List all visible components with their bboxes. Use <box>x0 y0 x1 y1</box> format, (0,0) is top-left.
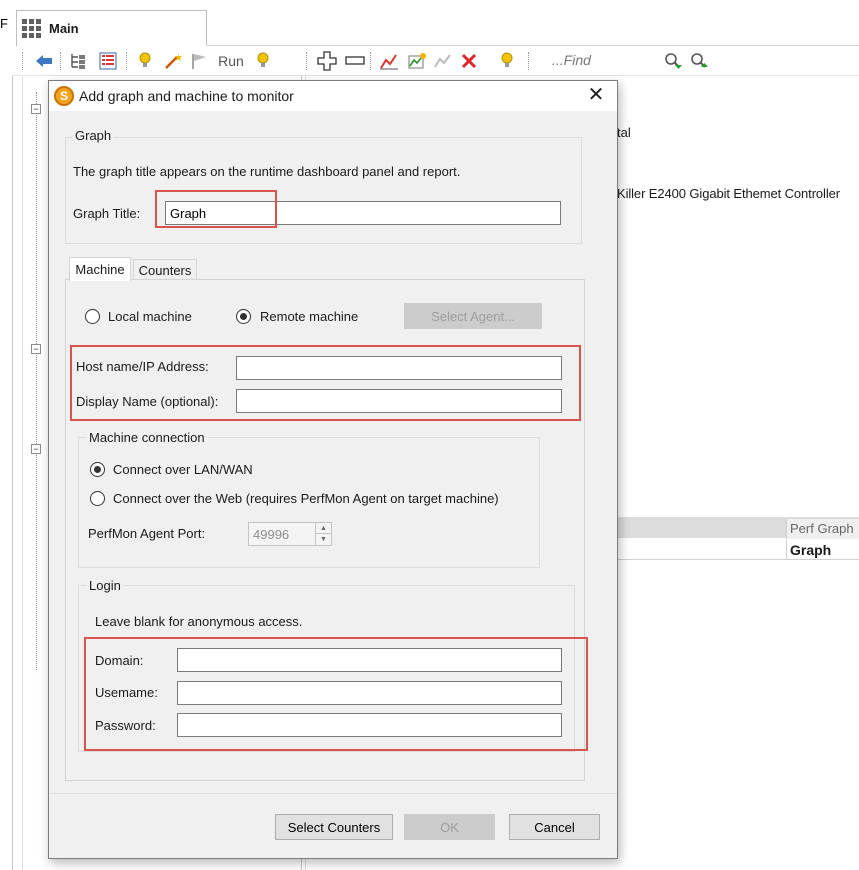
machine-tab-page: Local machine Remote machine Select Agen… <box>65 279 588 781</box>
app-logo-icon: S <box>54 86 74 106</box>
tab-counters[interactable]: Counters <box>133 259 197 280</box>
doc-tab-label: Main <box>49 21 79 36</box>
doc-tab-main[interactable]: Main <box>16 10 207 46</box>
find-input[interactable]: ...Find <box>540 50 658 72</box>
chart-edit-icon[interactable] <box>378 51 400 71</box>
lightbulb-icon[interactable] <box>254 51 272 71</box>
flag-icon[interactable] <box>188 51 210 71</box>
tree-collapse-icon[interactable]: − <box>31 444 41 454</box>
web-label[interactable]: Connect over the Web (requires PerfMon A… <box>113 491 499 506</box>
port-value: 49996 <box>253 527 290 542</box>
find-previous-icon[interactable] <box>662 51 684 71</box>
close-button[interactable]: ✕ <box>583 83 609 109</box>
select-agent-button[interactable]: Select Agent... <box>404 303 542 329</box>
dialog-title-bar[interactable]: S Add graph and machine to monitor ✕ <box>49 81 617 111</box>
graph-title-label: Graph Title: <box>73 206 141 221</box>
dialog-footer-divider <box>49 793 617 794</box>
port-stepper[interactable]: 49996 ▲ ▼ <box>248 522 332 546</box>
anonymous-note: Leave blank for anonymous access. <box>95 614 303 629</box>
graph-group-title: Graph <box>72 128 115 143</box>
delete-x-icon[interactable] <box>458 51 480 71</box>
chart-disabled-icon[interactable] <box>432 51 454 71</box>
main-toolbar: Run ...Find <box>12 46 859 76</box>
toolbar-separator <box>370 52 371 70</box>
cancel-button[interactable]: Cancel <box>509 814 600 840</box>
tree-collapse-icon[interactable]: − <box>31 104 41 114</box>
toolbar-separator <box>126 52 127 70</box>
grid-cell[interactable]: Graph <box>786 540 859 560</box>
lightbulb-icon[interactable] <box>498 51 516 71</box>
background-text-line1: tal <box>617 125 631 140</box>
graph-group <box>65 137 582 244</box>
lan-wan-label[interactable]: Connect over LAN/WAN <box>113 462 253 477</box>
web-radio[interactable] <box>90 491 105 506</box>
remote-machine-label[interactable]: Remote machine <box>260 309 358 324</box>
remove-minus-icon[interactable] <box>344 51 366 71</box>
tree-view-icon[interactable] <box>68 51 88 71</box>
grid-row-divider <box>612 559 859 560</box>
ok-button[interactable]: OK <box>404 814 495 840</box>
tree-collapse-icon[interactable]: − <box>31 344 41 354</box>
add-plus-icon[interactable] <box>316 51 338 71</box>
left-pane-border-inner <box>22 76 23 870</box>
find-next-icon[interactable] <box>688 51 710 71</box>
select-counters-button[interactable]: Select Counters <box>275 814 393 840</box>
graph-description: The graph title appears on the runtime d… <box>73 164 461 179</box>
toolbar-separator <box>60 52 61 70</box>
left-pane-border <box>12 76 13 870</box>
tab-machine[interactable]: Machine <box>69 257 131 281</box>
toolbar-separator <box>528 52 529 70</box>
spin-up-icon[interactable]: ▲ <box>316 523 331 534</box>
list-view-icon[interactable] <box>98 51 118 71</box>
port-label: PerfMon Agent Port: <box>88 526 206 541</box>
local-machine-label[interactable]: Local machine <box>108 309 192 324</box>
remote-machine-radio[interactable] <box>236 309 251 324</box>
dialog-title: Add graph and machine to monitor <box>79 88 294 104</box>
highlight-login-fields <box>84 637 588 751</box>
port-spinner: ▲ ▼ <box>315 523 331 545</box>
toolbar-separator <box>306 52 307 70</box>
chart-add-icon[interactable] <box>406 51 428 71</box>
lan-wan-radio[interactable] <box>90 462 105 477</box>
spin-down-icon[interactable]: ▼ <box>316 534 331 545</box>
machine-connection-title: Machine connection <box>86 430 208 445</box>
magic-wand-icon[interactable] <box>162 51 184 71</box>
grid-column-header[interactable]: Perf Graph <box>786 519 859 539</box>
highlight-host-fields <box>70 345 581 421</box>
lightbulb-icon[interactable] <box>136 51 154 71</box>
back-arrow-icon[interactable] <box>34 51 54 71</box>
tree-connector-line <box>36 92 37 670</box>
grid-icon <box>22 19 41 38</box>
login-group-title: Login <box>86 578 124 593</box>
add-graph-dialog: S Add graph and machine to monitor ✕ Gra… <box>48 80 618 859</box>
left-edge-text: F <box>0 16 8 31</box>
background-text-line2: Killer E2400 Gigabit Ethemet Controller <box>617 186 840 201</box>
highlight-graph-title <box>155 190 277 228</box>
local-machine-radio[interactable] <box>85 309 100 324</box>
run-button[interactable]: Run <box>214 51 248 71</box>
toolbar-separator <box>22 52 23 70</box>
